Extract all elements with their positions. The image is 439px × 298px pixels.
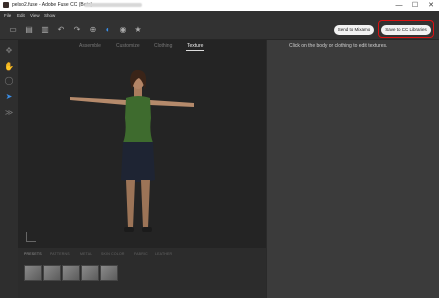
- rotate-icon[interactable]: ◯: [4, 76, 14, 86]
- pen-icon[interactable]: ◐: [103, 25, 113, 35]
- menu-bar: File Edit View Show: [0, 11, 439, 20]
- category-leather[interactable]: LEATHER: [155, 252, 172, 256]
- texture-swatch[interactable]: [43, 265, 61, 281]
- blurred-path: [84, 3, 142, 7]
- undo-icon[interactable]: ↶: [56, 25, 66, 35]
- window-titlebar: pelso2.fuse - Adobe Fuse CC (Beta) — ☐ ✕: [0, 0, 439, 11]
- redo-icon[interactable]: ↷: [72, 25, 82, 35]
- toolbar: ▭ ▤ ▥ ↶ ↷ ⊕ ◐ ◉ ★ Send to Mixamo Save to…: [0, 20, 439, 40]
- star-icon[interactable]: ★: [133, 25, 143, 35]
- menu-edit[interactable]: Edit: [17, 13, 25, 18]
- save-icon[interactable]: ▤: [24, 25, 34, 35]
- menu-file[interactable]: File: [4, 13, 11, 18]
- maximize-button[interactable]: ☐: [407, 0, 423, 11]
- import-icon[interactable]: ▥: [40, 25, 50, 35]
- minimize-button[interactable]: —: [391, 0, 407, 11]
- new-file-icon[interactable]: ▭: [8, 25, 18, 35]
- texture-swatch[interactable]: [81, 265, 99, 281]
- close-button[interactable]: ✕: [423, 0, 439, 11]
- category-skin-color[interactable]: SKIN COLOR: [101, 252, 125, 256]
- hand-icon[interactable]: ✋: [4, 62, 14, 72]
- window-title: pelso2.fuse - Adobe Fuse CC (Beta): [12, 2, 93, 8]
- texture-swatch[interactable]: [62, 265, 80, 281]
- left-toolbar: ✥ ✋ ◯ ➤ ≫: [0, 40, 18, 298]
- app-icon: [3, 2, 9, 8]
- menu-view[interactable]: View: [30, 13, 40, 18]
- texture-swatch[interactable]: [24, 265, 42, 281]
- send-to-mixamo-button[interactable]: Send to Mixamo: [334, 25, 374, 35]
- category-metal[interactable]: METAL: [80, 252, 92, 256]
- brush-icon[interactable]: ≫: [4, 108, 14, 118]
- move-icon[interactable]: ✥: [4, 46, 14, 56]
- texture-hint: Click on the body or clothing to edit te…: [289, 43, 388, 49]
- texture-swatch[interactable]: [100, 265, 118, 281]
- category-patterns[interactable]: PATTERNS: [50, 252, 70, 256]
- category-presets[interactable]: PRESETS: [24, 252, 42, 256]
- properties-panel: Click on the body or clothing to edit te…: [266, 40, 439, 298]
- character-model[interactable]: [18, 40, 266, 248]
- globe-icon[interactable]: ◉: [118, 25, 128, 35]
- axis-gizmo: [26, 232, 36, 242]
- 3d-viewport[interactable]: Assemble Customize Clothing Texture: [18, 40, 266, 248]
- texture-panel: PRESETS PATTERNS METAL SKIN COLOR FABRIC…: [18, 248, 266, 298]
- select-arrow-icon[interactable]: ➤: [4, 92, 14, 102]
- category-fabric[interactable]: FABRIC: [134, 252, 148, 256]
- highlight-box: [378, 20, 434, 38]
- menu-show[interactable]: Show: [44, 13, 55, 18]
- settings-circle-icon[interactable]: ⊕: [88, 25, 98, 35]
